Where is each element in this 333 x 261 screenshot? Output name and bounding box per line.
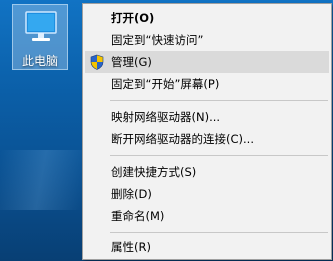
menu-item-label: 重命名(M) [111,209,165,223]
menu-item-label: 属性(R) [111,240,151,254]
menu-item-label: 断开网络驱动器的连接(C)... [111,132,254,146]
menu-item-label: 管理(G) [111,55,152,69]
menu-item-label: 打开(O) [111,11,155,25]
uac-shield-icon [90,54,104,70]
menu-item-pin-start[interactable]: 固定到“开始”屏幕(P) [85,73,329,95]
this-pc-desktop-icon[interactable]: 此电脑 [12,4,68,70]
menu-item-manage[interactable]: 管理(G) [85,51,329,73]
menu-item-pin-quick-access[interactable]: 固定到“快速访问” [85,29,329,51]
menu-item-map-network-drive[interactable]: 映射网络驱动器(N)... [85,106,329,128]
menu-item-label: 固定到“开始”屏幕(P) [111,77,220,91]
menu-item-delete[interactable]: 删除(D) [85,183,329,205]
menu-item-properties[interactable]: 属性(R) [85,236,329,258]
menu-item-open[interactable]: 打开(O) [85,7,329,29]
menu-separator [110,155,328,156]
desktop-icon-label: 此电脑 [21,54,58,68]
wallpaper-light-streak [0,150,82,210]
menu-item-label: 映射网络驱动器(N)... [111,110,221,124]
menu-item-label: 删除(D) [111,187,152,201]
menu-separator [110,232,328,233]
menu-separator [110,100,328,101]
computer-icon [25,11,57,41]
menu-item-rename[interactable]: 重命名(M) [85,205,329,227]
menu-item-label: 固定到“快速访问” [111,33,204,47]
menu-item-label: 创建快捷方式(S) [111,165,197,179]
menu-item-create-shortcut[interactable]: 创建快捷方式(S) [85,161,329,183]
context-menu: 打开(O) 固定到“快速访问” 管理(G) 固定到“开始”屏幕(P) 映射网络驱… [82,3,332,260]
menu-item-disconnect-network-drive[interactable]: 断开网络驱动器的连接(C)... [85,128,329,150]
